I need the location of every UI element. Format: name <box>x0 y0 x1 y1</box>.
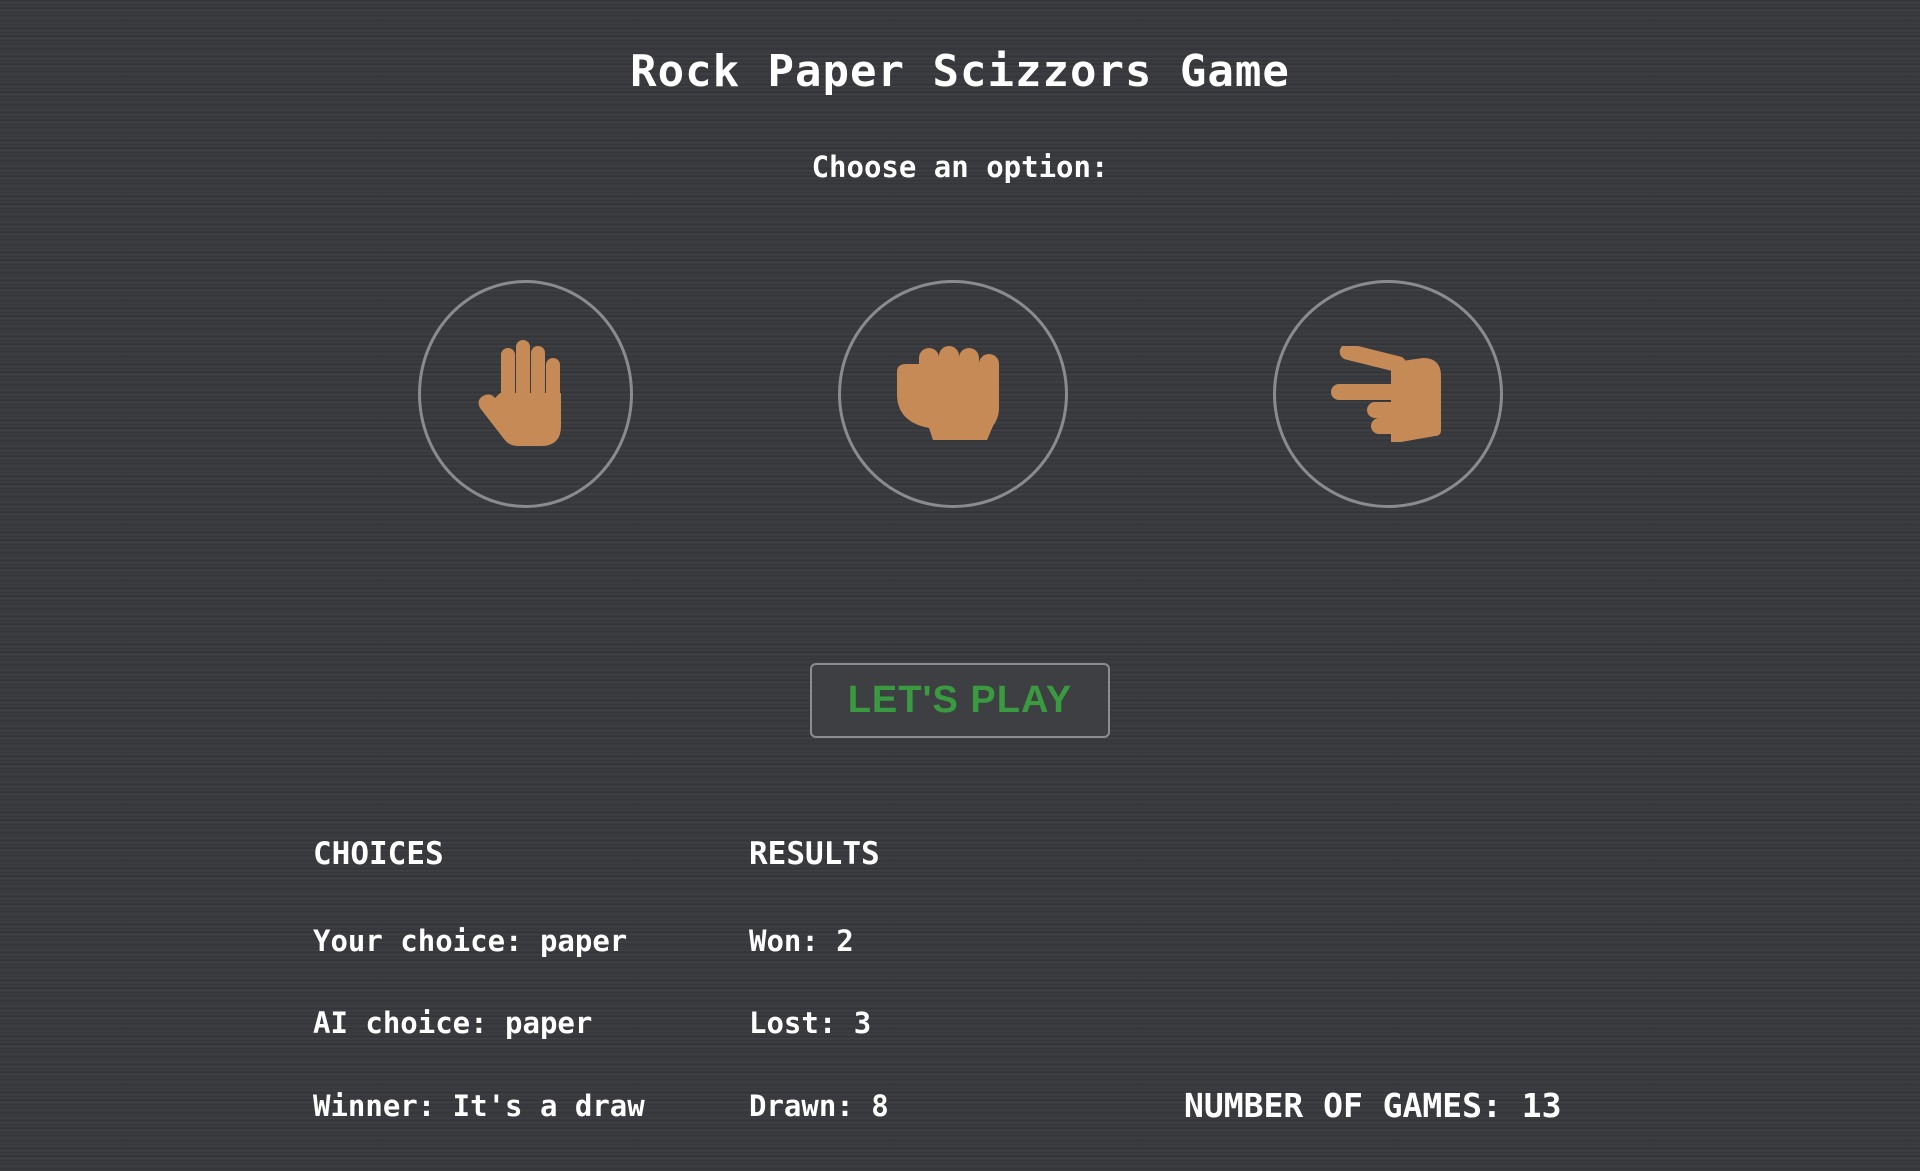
raised-hand-icon <box>478 340 561 446</box>
ai-choice-text: AI choice: paper <box>313 1006 593 1040</box>
winner-text: Winner: It's a draw <box>313 1089 645 1123</box>
paper-option-button[interactable] <box>418 280 633 508</box>
results-heading: RESULTS <box>749 836 880 872</box>
lost-count: Lost: 3 <box>749 1006 872 1040</box>
won-count: Won: 2 <box>749 924 854 958</box>
scissors-option-button[interactable] <box>1273 280 1503 508</box>
pointing-fingers-icon <box>1331 346 1441 442</box>
choose-option-label: Choose an option: <box>811 150 1109 184</box>
raised-fist-icon <box>897 346 999 440</box>
rock-option-button[interactable] <box>838 280 1068 508</box>
your-choice-text: Your choice: paper <box>313 924 628 958</box>
page-title: Rock Paper Scizzors Game <box>630 46 1290 97</box>
lets-play-button[interactable]: LET'S PLAY <box>810 663 1110 738</box>
number-of-games: NUMBER OF GAMES: 13 <box>1184 1086 1562 1125</box>
drawn-count: Drawn: 8 <box>749 1089 889 1123</box>
choices-heading: CHOICES <box>313 836 444 872</box>
